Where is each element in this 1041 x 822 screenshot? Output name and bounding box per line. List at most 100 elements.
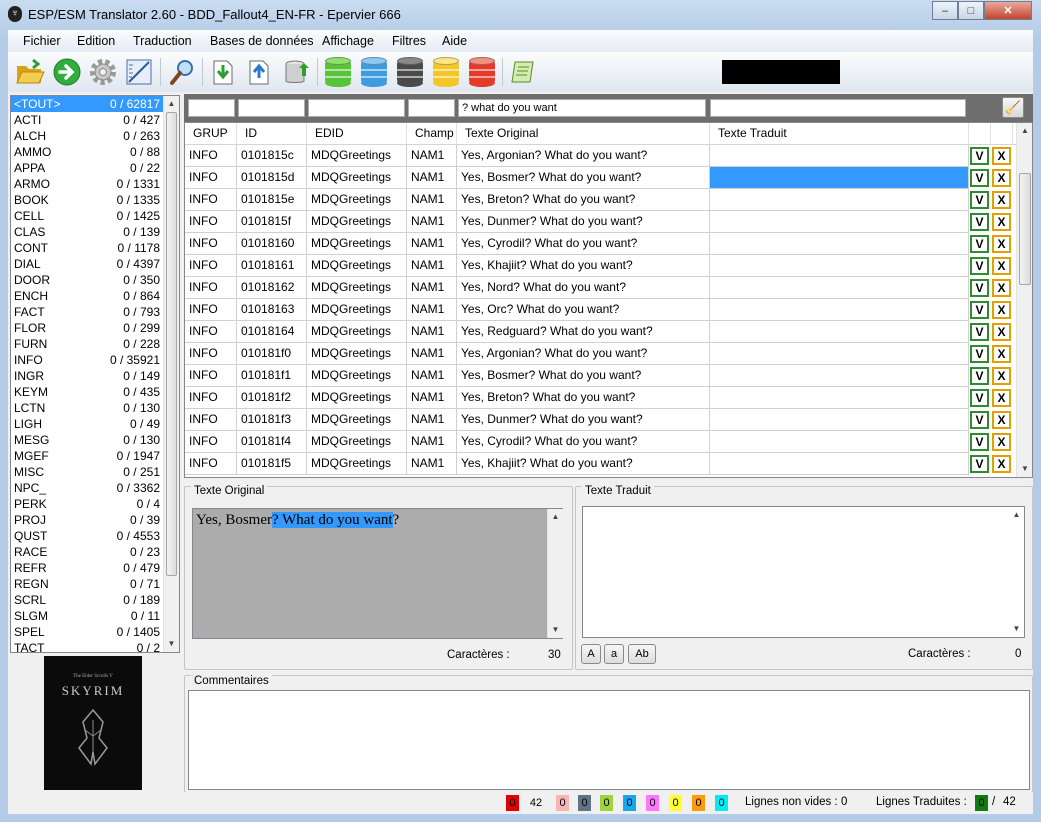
record-type-item[interactable]: PERK 0 / 4 [11,496,163,512]
validate-button[interactable]: V [970,169,989,187]
reject-button[interactable]: X [992,367,1011,385]
cell-grup[interactable]: INFO [185,343,237,365]
record-type-item[interactable]: ENCH 0 / 864 [11,288,163,304]
record-type-item[interactable]: INFO 0 / 35921 [11,352,163,368]
yellow-database-icon[interactable] [433,57,459,87]
cell-texte-traduit[interactable] [710,343,969,365]
cell-texte-original[interactable]: Yes, Argonian? What do you want? [457,145,710,167]
cell-champ[interactable]: NAM1 [407,167,457,189]
reject-button[interactable]: X [992,455,1011,473]
cell-texte-original[interactable]: Yes, Breton? What do you want? [457,189,710,211]
database-export-icon[interactable] [282,57,312,87]
table-row[interactable]: INFO 010181f3 MDQGreetings NAM1 Yes, Dunmer?… [185,409,1017,431]
scroll-down-arrow[interactable]: ▼ [1017,461,1032,477]
table-row[interactable]: INFO 01018160 MDQGreetings NAM1 Yes, Cyrodil… [185,233,1017,255]
scroll-down-arrow[interactable]: ▼ [1009,621,1024,637]
table-row[interactable]: INFO 010181f1 MDQGreetings NAM1 Yes, Bosmer?… [185,365,1017,387]
green-database-icon[interactable] [325,57,351,87]
record-type-item[interactable]: ALCH 0 / 263 [11,128,163,144]
record-type-item[interactable]: BOOK 0 / 1335 [11,192,163,208]
scroll-icon[interactable] [508,57,538,87]
cell-champ[interactable]: NAM1 [407,145,457,167]
filter-champ-input[interactable] [408,99,455,117]
reject-button[interactable]: X [992,345,1011,363]
validate-button[interactable]: V [970,235,989,253]
filter-original-input[interactable]: ? what do you want [458,99,706,117]
reject-button[interactable]: X [992,213,1011,231]
cell-edid[interactable]: MDQGreetings [307,431,407,453]
cell-grup[interactable]: INFO [185,453,237,475]
validate-button[interactable]: V [970,433,989,451]
record-type-item[interactable]: MESG 0 / 130 [11,432,163,448]
cell-id[interactable]: 010181f3 [237,409,307,431]
cell-champ[interactable]: NAM1 [407,387,457,409]
cell-champ[interactable]: NAM1 [407,431,457,453]
scroll-up-arrow[interactable]: ▲ [1017,123,1032,139]
clear-filters-button[interactable]: 🧹 [1002,97,1024,118]
record-type-item[interactable]: FURN 0 / 228 [11,336,163,352]
reject-button[interactable]: X [992,433,1011,451]
scroll-thumb[interactable] [1019,173,1031,285]
reject-button[interactable]: X [992,169,1011,187]
cell-texte-original[interactable]: Yes, Breton? What do you want? [457,387,710,409]
filter-id-input[interactable] [238,99,305,117]
record-type-item[interactable]: REFR 0 / 479 [11,560,163,576]
cell-grup[interactable]: INFO [185,255,237,277]
record-type-item[interactable]: SCRL 0 / 189 [11,592,163,608]
cell-edid[interactable]: MDQGreetings [307,409,407,431]
cell-champ[interactable]: NAM1 [407,255,457,277]
scroll-down-arrow[interactable]: ▼ [548,622,563,638]
validate-button[interactable]: V [970,411,989,429]
cell-edid[interactable]: MDQGreetings [307,211,407,233]
cell-grup[interactable]: INFO [185,431,237,453]
scroll-thumb[interactable] [166,112,177,576]
validate-button[interactable]: V [970,257,989,275]
cell-texte-traduit[interactable] [710,321,969,343]
record-type-item[interactable]: KEYM 0 / 435 [11,384,163,400]
cell-grup[interactable]: INFO [185,189,237,211]
cell-edid[interactable]: MDQGreetings [307,321,407,343]
cell-grup[interactable]: INFO [185,277,237,299]
column-header-grup[interactable]: GRUP [185,123,237,144]
reject-button[interactable]: X [992,411,1011,429]
filter-grup-input[interactable] [188,99,235,117]
record-type-item[interactable]: ACTI 0 / 427 [11,112,163,128]
record-type-item[interactable]: SPEL 0 / 1405 [11,624,163,640]
validate-button[interactable]: V [970,147,989,165]
cell-id[interactable]: 0101815d [237,167,307,189]
cell-texte-traduit[interactable] [710,387,969,409]
table-row[interactable]: INFO 01018163 MDQGreetings NAM1 Yes, Orc? Wh… [185,299,1017,321]
cell-grup[interactable]: INFO [185,233,237,255]
cell-edid[interactable]: MDQGreetings [307,233,407,255]
record-type-item[interactable]: PROJ 0 / 39 [11,512,163,528]
validate-button[interactable]: V [970,213,989,231]
cell-champ[interactable]: NAM1 [407,189,457,211]
record-type-item[interactable]: NPC_ 0 / 3362 [11,480,163,496]
menu-fichier[interactable]: Fichier [23,34,61,48]
cell-texte-original[interactable]: Yes, Redguard? What do you want? [457,321,710,343]
cell-id[interactable]: 0101815c [237,145,307,167]
table-row[interactable]: INFO 01018164 MDQGreetings NAM1 Yes, Redguar… [185,321,1017,343]
cell-texte-original[interactable]: Yes, Khajiit? What do you want? [457,255,710,277]
menu-edition[interactable]: Edition [77,34,115,48]
scroll-up-arrow[interactable]: ▲ [164,96,179,112]
cell-id[interactable]: 01018160 [237,233,307,255]
validate-button[interactable]: V [970,455,989,473]
cell-edid[interactable]: MDQGreetings [307,299,407,321]
validate-button[interactable]: V [970,323,989,341]
cell-champ[interactable]: NAM1 [407,409,457,431]
minimize-button[interactable]: ‒ [932,1,958,20]
grid-scrollbar[interactable]: ▲ ▼ [1016,123,1032,477]
cell-grup[interactable]: INFO [185,211,237,233]
original-text-box[interactable]: Yes, Bosmer? What do you want? ▲ ▼ [192,508,563,639]
cell-edid[interactable]: MDQGreetings [307,255,407,277]
cell-id[interactable]: 01018161 [237,255,307,277]
cell-texte-traduit[interactable] [710,255,969,277]
menu-affichage[interactable]: Affichage [322,34,374,48]
cell-texte-original[interactable]: Yes, Cyrodil? What do you want? [457,233,710,255]
cell-champ[interactable]: NAM1 [407,233,457,255]
maximize-button[interactable]: □ [958,1,984,20]
cell-grup[interactable]: INFO [185,321,237,343]
column-header-texte-traduit[interactable]: Texte Traduit [710,123,969,144]
export-icon[interactable] [244,57,274,87]
